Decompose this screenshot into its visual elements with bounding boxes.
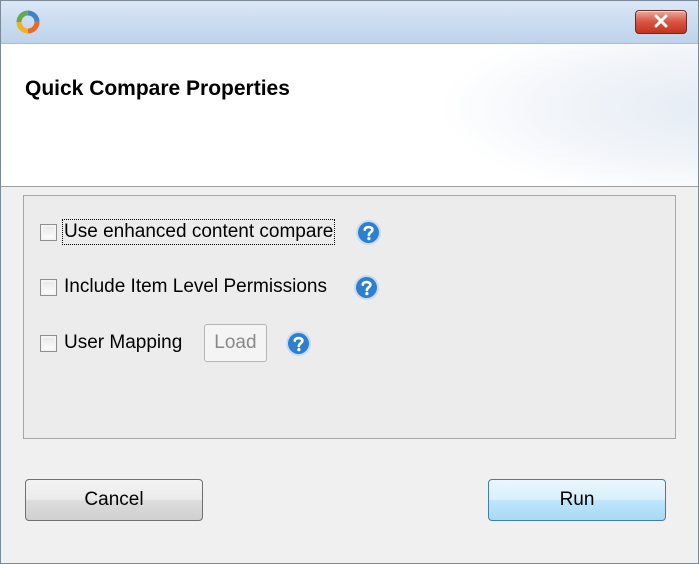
user-mapping-label[interactable]: User Mapping — [64, 332, 182, 354]
option-enhanced-compare: Use enhanced content compare — [40, 218, 382, 246]
option-user-mapping: User Mapping Load — [40, 324, 312, 362]
help-icon[interactable] — [353, 274, 380, 301]
run-button[interactable]: Run — [488, 479, 666, 521]
option-item-permissions: Include Item Level Permissions — [40, 273, 380, 301]
enhanced-compare-checkbox[interactable] — [40, 223, 57, 241]
close-icon — [654, 14, 668, 28]
dialog-window: Quick Compare Properties Use enhanced co… — [0, 0, 699, 564]
item-permissions-label[interactable]: Include Item Level Permissions — [64, 276, 327, 298]
title-bar — [1, 1, 698, 44]
help-icon[interactable] — [355, 219, 382, 246]
header-decoration — [438, 44, 698, 186]
item-permissions-checkbox[interactable] — [40, 278, 57, 296]
dialog-header: Quick Compare Properties — [1, 44, 698, 187]
load-button[interactable]: Load — [204, 324, 267, 362]
cancel-button[interactable]: Cancel — [25, 479, 203, 521]
options-panel: Use enhanced content compare Include Ite… — [23, 195, 676, 439]
help-icon[interactable] — [285, 330, 312, 357]
dialog-title: Quick Compare Properties — [25, 77, 290, 100]
user-mapping-checkbox[interactable] — [40, 334, 57, 352]
app-logo-icon — [15, 9, 41, 35]
close-button[interactable] — [635, 10, 687, 34]
enhanced-compare-label[interactable]: Use enhanced content compare — [61, 219, 336, 245]
